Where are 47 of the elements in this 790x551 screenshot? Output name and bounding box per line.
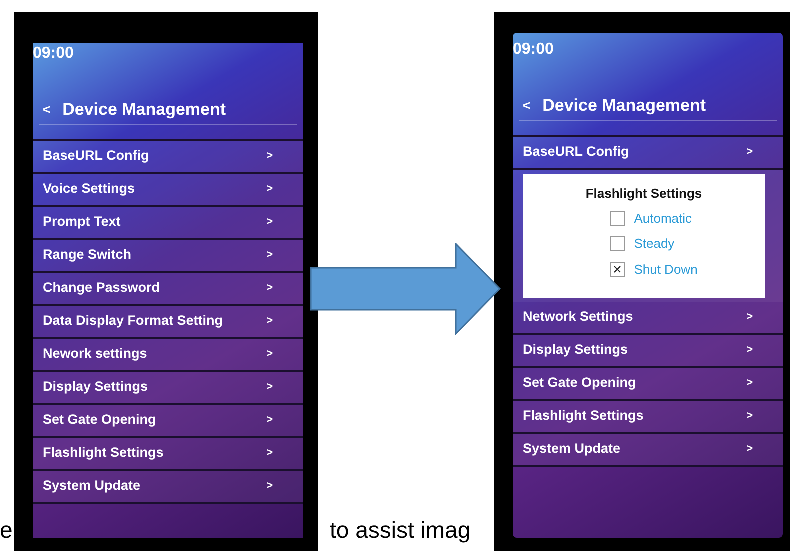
menu-item[interactable]: System Update >: [33, 471, 303, 504]
menu-item[interactable]: Display Settings >: [513, 335, 783, 368]
menu-item[interactable]: Flashlight Settings >: [513, 401, 783, 434]
menu-item[interactable]: Range Switch >: [33, 240, 303, 273]
menu-item[interactable]: Set Gate Opening >: [33, 405, 303, 438]
checkbox[interactable]: [610, 236, 626, 252]
back-button[interactable]: <: [43, 100, 51, 120]
checkbox[interactable]: [610, 262, 626, 277]
status-time: 09:00: [33, 44, 74, 62]
menu-item[interactable]: Flashlight Settings >: [33, 438, 303, 471]
chevron-icon: >: [266, 181, 273, 198]
chevron-icon: >: [266, 148, 273, 165]
menu-item[interactable]: Prompt Text >: [33, 207, 303, 240]
cross-mark-icon: [614, 266, 622, 273]
menu-item[interactable]: Voice Settings >: [33, 174, 303, 207]
chevron-icon: >: [266, 214, 273, 231]
menu-item[interactable]: Data Display Format Setting >: [33, 306, 303, 339]
checkbox[interactable]: [610, 210, 626, 226]
dialog-title: Flashlight Settings: [586, 185, 702, 203]
menu-item[interactable]: BaseURL Config >: [33, 141, 303, 174]
menu-item[interactable]: Nework settings >: [33, 339, 303, 372]
menu-item[interactable]: BaseURL Config >: [513, 137, 783, 170]
chevron-icon: >: [266, 478, 273, 495]
menu-item[interactable]: Set Gate Opening >: [513, 368, 783, 401]
chevron-icon: >: [266, 313, 273, 330]
chevron-icon: >: [746, 408, 753, 425]
chevron-icon: >: [266, 346, 273, 363]
screen-title: Device Management: [542, 94, 706, 117]
chevron-icon: >: [266, 379, 273, 396]
caption-text: to assist imag: [330, 519, 471, 542]
chevron-icon: >: [746, 309, 753, 326]
chevron-icon: >: [266, 280, 273, 297]
chevron-icon: >: [746, 441, 753, 458]
chevron-icon: >: [266, 247, 273, 264]
menu-item[interactable]: System Update >: [513, 434, 783, 467]
menu-item[interactable]: Display Settings >: [33, 372, 303, 405]
menu-item[interactable]: Network Settings >: [513, 302, 783, 335]
chevron-icon: >: [746, 375, 753, 392]
menu-item[interactable]: Change Password >: [33, 273, 303, 306]
status-time: 09:00: [513, 40, 554, 58]
screen-title: Device Management: [62, 98, 226, 121]
chevron-icon: >: [746, 342, 753, 359]
chevron-icon: >: [746, 144, 753, 161]
chevron-icon: >: [266, 445, 273, 462]
caption-text: e: [0, 519, 13, 542]
back-button[interactable]: <: [523, 96, 531, 116]
chevron-icon: >: [266, 412, 273, 429]
